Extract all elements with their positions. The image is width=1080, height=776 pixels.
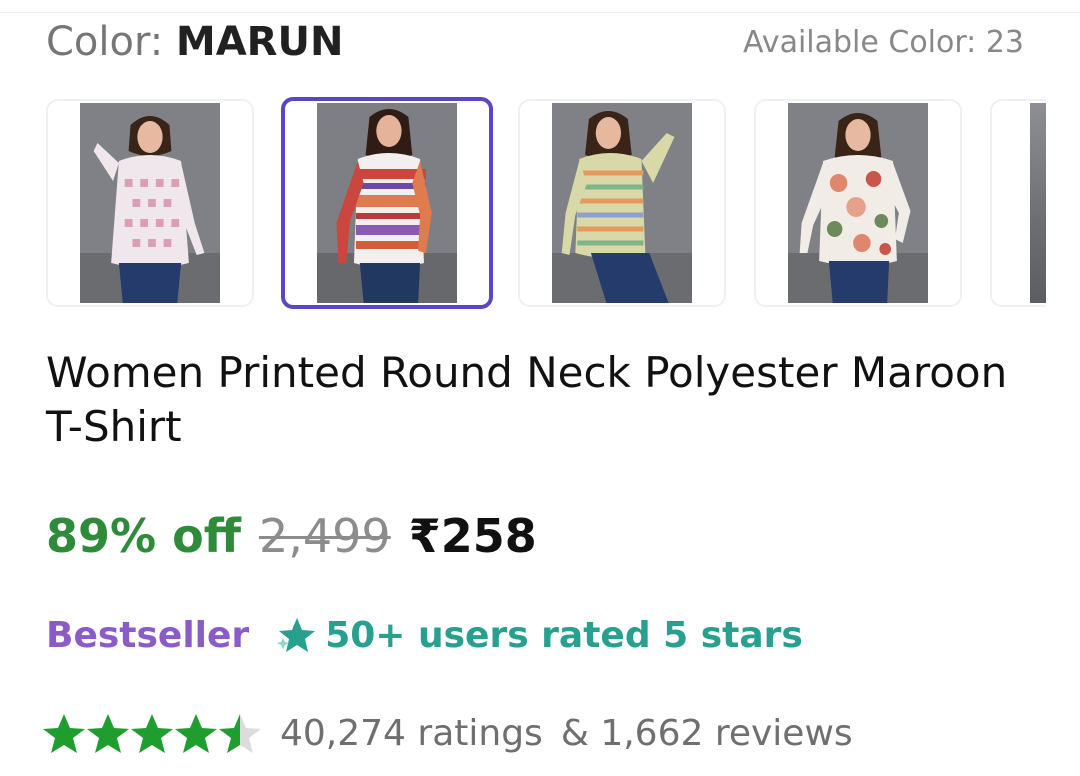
rating-summary[interactable]: 40,274 ratings & 1,662 reviews [280, 708, 853, 760]
star-icon [131, 714, 173, 753]
reviews-count: & 1,662 reviews [560, 713, 853, 754]
sale-price: ₹258 [408, 509, 537, 563]
color-label-prefix: Color: [46, 19, 176, 65]
price-row: 89% off 2,499 ₹258 [46, 506, 537, 566]
available-color-count: Available Color: 23 [743, 25, 1024, 60]
rated-text: 50+ users rated 5 stars [325, 615, 803, 656]
color-thumbnail-partial[interactable] [990, 99, 1046, 307]
product-photo [1030, 103, 1046, 303]
color-label: Color: MARUN [46, 16, 343, 68]
color-thumbnail[interactable] [518, 99, 726, 307]
product-photo [552, 103, 692, 303]
color-thumbnail[interactable] [754, 99, 962, 307]
star-icon [43, 714, 85, 753]
rating-row[interactable]: 40,274 ratings & 1,662 reviews [42, 708, 853, 760]
product-photo [317, 103, 457, 303]
product-photo [788, 103, 928, 303]
color-thumbnail-carousel[interactable] [46, 97, 1046, 311]
color-thumbnail-selected[interactable] [281, 97, 493, 309]
top-divider [0, 12, 1080, 13]
discount-percent: 89% off [46, 509, 241, 563]
bestseller-badge: Bestseller [46, 615, 250, 656]
ratings-count: 40,274 ratings [280, 713, 543, 754]
selected-color-value: MARUN [175, 19, 344, 65]
badge-row: Bestseller 50+ users rated 5 stars [46, 612, 803, 660]
color-thumbnail[interactable] [46, 99, 254, 307]
star-icon [175, 714, 217, 753]
sparkle-star-icon [271, 612, 319, 660]
product-title: Women Printed Round Neck Polyester Maroo… [46, 348, 1008, 451]
original-price: 2,499 [258, 509, 391, 563]
star-icon [87, 714, 129, 753]
star-rating [42, 708, 266, 760]
product-photo [80, 103, 220, 303]
half-star-icon [219, 714, 261, 753]
star-rating-graphic [43, 714, 261, 753]
color-selector-header: Color: MARUN Available Color: 23 [46, 16, 1026, 68]
